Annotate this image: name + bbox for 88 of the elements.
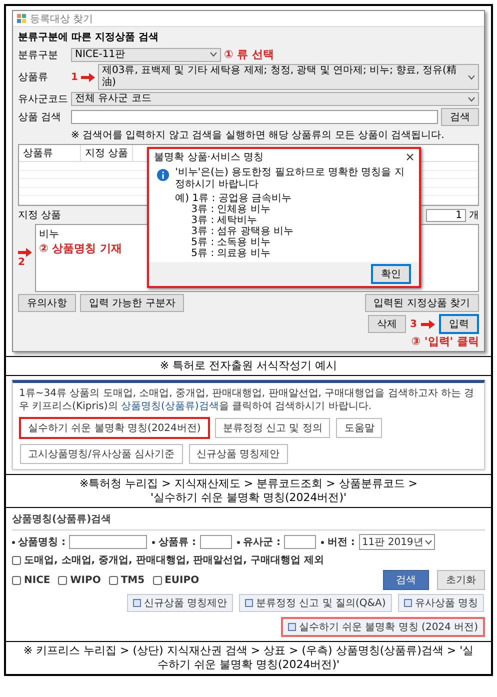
caret-icon bbox=[425, 540, 432, 544]
caption-text: ※ 특허로 전자출원 서식작성기 예시 bbox=[160, 359, 338, 373]
field-label: 상품류 : bbox=[152, 535, 196, 549]
checkbox-label: EUIPO bbox=[164, 574, 200, 586]
action-button[interactable]: 입력 가능한 구분자 bbox=[80, 294, 184, 312]
dropdown[interactable]: NICE-11판 bbox=[71, 48, 221, 62]
column-header: 지정 상품 bbox=[81, 145, 134, 161]
link-button[interactable]: 실수하기 쉬운 불명확 명칭 (2024 버전) bbox=[280, 617, 485, 637]
link-button[interactable]: 고시상품명칭/유사상품 심사기준 bbox=[20, 444, 183, 464]
checkbox[interactable] bbox=[108, 576, 118, 584]
document-icon bbox=[288, 623, 296, 631]
section-heading: 분류구분에 따른 지정상품 검색 bbox=[18, 31, 160, 44]
hint-text: ※ 검색어를 입력하지 않고 검색을 실행하면 해당 상품류의 모든 상품이 검색됩니다. bbox=[70, 129, 446, 142]
window-title: 등록대상 찾기 bbox=[30, 12, 94, 26]
document-icon bbox=[244, 599, 253, 607]
search-button[interactable]: 검색 bbox=[383, 570, 429, 590]
example-text: 5류 : 소독용 비누 bbox=[190, 237, 272, 248]
checkbox-label: NICE bbox=[24, 574, 50, 586]
checkbox-label: 도매업, 소매업, 중개업, 판매대행업, 판매알선업, 구매대행업 제외 bbox=[24, 554, 324, 567]
ok-button[interactable]: 확인 bbox=[371, 264, 411, 284]
field-label: 분류구분 bbox=[18, 48, 59, 62]
example-text: 예) 1류 : 공업용 금속비누 bbox=[175, 193, 293, 204]
checkbox[interactable] bbox=[12, 576, 21, 584]
reset-button[interactable]: 초기화 bbox=[437, 570, 485, 590]
caret-icon bbox=[468, 74, 475, 80]
link-button[interactable]: 신규상품 명칭제안 bbox=[126, 594, 233, 612]
dropdown[interactable]: 전체 유사군 코드 bbox=[71, 92, 479, 106]
input-field[interactable] bbox=[69, 535, 148, 549]
find-button[interactable]: 입력된 지정상품 찾기 bbox=[364, 294, 479, 312]
action-button[interactable]: 유의사항 bbox=[18, 294, 76, 312]
link-button[interactable]: 분류정정 신고 및 질의(Q&A) bbox=[238, 594, 392, 612]
example-text: 3류 : 인체용 비누 bbox=[190, 204, 272, 215]
checkbox-label: WIPO bbox=[70, 574, 101, 586]
caption-text: ※특허청 누리집 > 지식재산제도 > 분류코드조회 > 상품분류코드 > bbox=[79, 477, 418, 491]
link-button[interactable]: 실수하기 쉬운 불명확 명칭(2024버전) bbox=[19, 417, 210, 439]
caret-icon bbox=[468, 96, 475, 102]
delete-button[interactable]: 삭제 bbox=[368, 315, 406, 333]
unit-label: 개 bbox=[469, 209, 479, 222]
checkbox[interactable] bbox=[58, 576, 68, 584]
input-button[interactable]: 입력 bbox=[439, 314, 479, 334]
notice-text: 1류~34류 상품의 도매업, 소매업, 중개업, 판매대행업, 판매알선업, 구매대행업을 검색하고자 하는 경우 키프리스(Kipris)의 상품명칭(상품류)검색을 클릭하여 검색하시기 바랍니다. bbox=[19, 387, 476, 413]
version-dropdown[interactable]: 11판 2019년 bbox=[358, 534, 436, 550]
example-text: 3류 : 섬유 광택용 비누 bbox=[190, 226, 295, 237]
search-field[interactable] bbox=[71, 110, 438, 124]
caret-icon bbox=[210, 52, 217, 57]
arrow-icon bbox=[421, 320, 435, 328]
link-button[interactable]: 도움말 bbox=[336, 418, 382, 438]
checkbox-label: TM5 bbox=[120, 574, 145, 586]
field-label: 유사군 : bbox=[236, 535, 280, 549]
annotation-text: ② 상품명칭 기재 bbox=[39, 241, 122, 256]
step-number: 3 bbox=[410, 318, 417, 330]
app-icon bbox=[17, 14, 26, 23]
example-text: 3류 : 세탁비누 bbox=[190, 215, 258, 226]
caption-text: '실수하기 쉬운 불명확 명칭(2024버전)' bbox=[150, 491, 347, 505]
field-label: 상품 검색 bbox=[18, 111, 62, 124]
field-label: 상품명칭 : bbox=[12, 535, 66, 549]
dialog-title: 불명확 상품·서비스 명칭 bbox=[154, 151, 264, 164]
search-button[interactable]: 검색 bbox=[441, 108, 479, 126]
link-button[interactable]: 분류정정 신고 및 정의 bbox=[214, 418, 330, 438]
checkbox[interactable] bbox=[152, 576, 162, 584]
panel-title: 상품명칭(상품류)검색 bbox=[12, 512, 485, 531]
close-icon[interactable] bbox=[406, 153, 414, 161]
example-text: 5류 : 의료용 비누 bbox=[190, 248, 272, 259]
input-field[interactable] bbox=[200, 535, 232, 549]
field-label: 상품류 bbox=[18, 71, 49, 84]
column-header: 상품류 bbox=[19, 145, 81, 161]
caption-text: ※ 키프리스 누리집 > (상단) 지식재산권 검색 > 상표 > (우측) 상품명칭(상품류)검색 > '실 bbox=[23, 644, 474, 658]
document-icon bbox=[404, 599, 412, 607]
arrow-icon bbox=[80, 72, 95, 82]
field-label: 지정 상품 bbox=[18, 209, 62, 222]
entered-text: 비누 bbox=[39, 228, 59, 241]
annotation-text: ① 류 선택 bbox=[224, 47, 274, 62]
count-field: 1 bbox=[426, 208, 466, 222]
arrow-icon bbox=[18, 248, 32, 257]
input-field[interactable] bbox=[284, 535, 316, 549]
checkbox[interactable] bbox=[12, 556, 21, 564]
link-button[interactable]: 신규상품 명칭제안 bbox=[188, 444, 288, 464]
field-label: 버전 : bbox=[321, 535, 355, 549]
field-label: 유사군코드 bbox=[18, 93, 68, 106]
annotation-text: ③ '입력' 클릭 bbox=[411, 334, 479, 349]
dropdown[interactable]: 제03류, 표백제 및 기타 세탁용 제제; 청정, 광택 및 연마제; 비누; 향료, 정유(精油) bbox=[98, 64, 479, 90]
document-icon bbox=[132, 599, 141, 607]
caption-text: 수하기 쉬운 불명확 명칭(2024버전)' bbox=[157, 658, 340, 672]
search-link[interactable]: 상품명칭(상품류)검색 bbox=[120, 401, 219, 412]
dialog-message: '비누'은(는) 용도한정 필요하므로 명확한 명칭을 지정하시기 바랍니다 bbox=[175, 167, 406, 191]
step-number: 1 bbox=[71, 72, 78, 82]
step-number: 2 bbox=[18, 257, 25, 268]
link-button[interactable]: 유사상품 명칭 bbox=[398, 594, 484, 612]
